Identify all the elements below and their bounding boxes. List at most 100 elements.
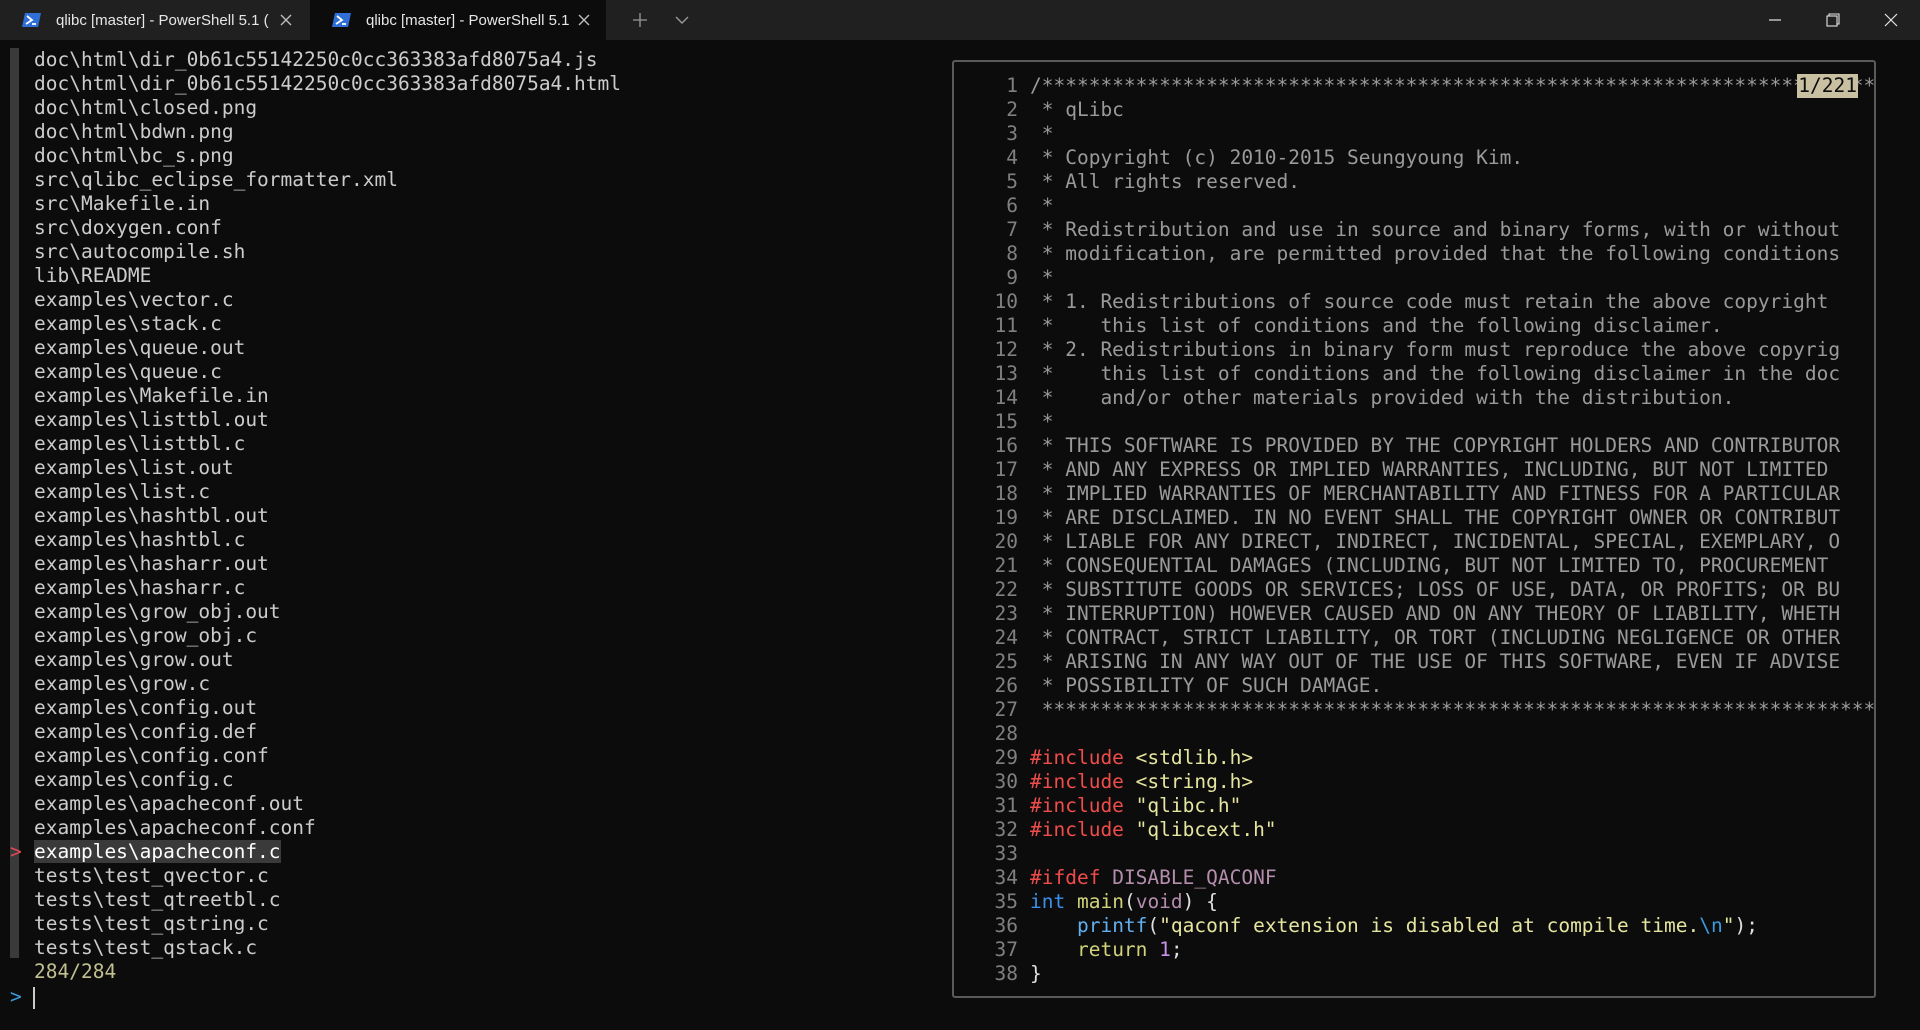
selection-pointer: > xyxy=(10,840,22,863)
line-number: 23 xyxy=(994,602,1018,625)
code-line: 17 * AND ANY EXPRESS OR IMPLIED WARRANTI… xyxy=(954,458,1874,482)
file-list-item[interactable]: examples\list.c xyxy=(34,480,621,504)
code-line: 11 * this list of conditions and the fol… xyxy=(954,314,1874,338)
code-line: 30 #include <string.h> xyxy=(954,770,1874,794)
file-list-item[interactable]: examples\hasharr.c xyxy=(34,576,621,600)
file-list-item[interactable]: examples\apacheconf.c xyxy=(34,840,621,864)
file-list-item[interactable]: examples\listtbl.out xyxy=(34,408,621,432)
code-line: 21 * CONSEQUENTIAL DAMAGES (INCLUDING, B… xyxy=(954,554,1874,578)
code-line: 36 printf("qaconf extension is disabled … xyxy=(954,914,1874,938)
code-line: 25 * ARISING IN ANY WAY OUT OF THE USE O… xyxy=(954,650,1874,674)
code-line: 1 /**************************************… xyxy=(954,74,1874,98)
file-list-item[interactable]: examples\queue.out xyxy=(34,336,621,360)
file-list-item[interactable]: doc\html\bc_s.png xyxy=(34,144,621,168)
file-list-item[interactable]: examples\apacheconf.out xyxy=(34,792,621,816)
line-number: 20 xyxy=(994,530,1018,553)
tab-dropdown-button[interactable] xyxy=(664,8,700,32)
file-path: examples\apacheconf.out xyxy=(34,792,305,815)
line-number: 12 xyxy=(994,338,1018,361)
preview-position-badge: 1/221 xyxy=(1797,74,1858,98)
file-list-item[interactable]: doc\html\dir_0b61c55142250c0cc363383afd8… xyxy=(34,72,621,96)
file-list-item[interactable]: examples\hashtbl.c xyxy=(34,528,621,552)
file-path: examples\apacheconf.conf xyxy=(34,816,316,839)
new-tab-button[interactable] xyxy=(622,8,658,32)
file-list-item[interactable]: tests\test_qvector.c xyxy=(34,864,621,888)
file-list-item[interactable]: examples\grow_obj.out xyxy=(34,600,621,624)
file-list-item[interactable]: examples\config.out xyxy=(34,696,621,720)
file-list-item[interactable]: examples\config.def xyxy=(34,720,621,744)
code-line: 5 * All rights reserved. xyxy=(954,170,1874,194)
file-path: src\autocompile.sh xyxy=(34,240,246,263)
tab-powershell-1[interactable]: qlibc [master] - PowerShell 5.1 ( xyxy=(0,0,308,40)
file-path: examples\stack.c xyxy=(34,312,222,335)
line-number: 14 xyxy=(994,386,1018,409)
line-number: 25 xyxy=(994,650,1018,673)
line-number: 38 xyxy=(994,962,1018,985)
file-list-item[interactable]: doc\html\bdwn.png xyxy=(34,120,621,144)
code-text: * LIABLE FOR ANY DIRECT, INDIRECT, INCID… xyxy=(1030,530,1841,553)
code-line: 15 * xyxy=(954,410,1874,434)
line-number: 7 xyxy=(1006,218,1018,241)
file-path: examples\config.def xyxy=(34,720,258,743)
file-list-item[interactable]: examples\queue.c xyxy=(34,360,621,384)
code-text: #ifdef DISABLE_QACONF xyxy=(1030,866,1277,889)
line-number: 35 xyxy=(994,890,1018,913)
file-list-item[interactable]: examples\vector.c xyxy=(34,288,621,312)
line-number: 10 xyxy=(994,290,1018,313)
terminal-area[interactable]: doc\html\dir_0b61c55142250c0cc363383afd8… xyxy=(0,40,1920,1030)
code-line: 35 int main(void) { xyxy=(954,890,1874,914)
file-path: examples\list.out xyxy=(34,456,234,479)
code-line: 7 * Redistribution and use in source and… xyxy=(954,218,1874,242)
file-list-item[interactable]: examples\grow.out xyxy=(34,648,621,672)
code-line: 31 #include "qlibc.h" xyxy=(954,794,1874,818)
code-text: * this list of conditions and the follow… xyxy=(1030,362,1841,385)
match-count: 284/284 xyxy=(34,960,117,983)
file-list-item[interactable]: doc\html\closed.png xyxy=(34,96,621,120)
file-path: doc\html\dir_0b61c55142250c0cc363383afd8… xyxy=(34,48,598,71)
text-cursor[interactable] xyxy=(33,987,35,1009)
code-line: 16 * THIS SOFTWARE IS PROVIDED BY THE CO… xyxy=(954,434,1874,458)
line-number: 11 xyxy=(994,314,1018,337)
file-list-item[interactable]: examples\apacheconf.conf xyxy=(34,816,621,840)
file-list-item[interactable]: lib\README xyxy=(34,264,621,288)
tab-powershell-2[interactable]: qlibc [master] - PowerShell 5.1 ( xyxy=(310,0,606,40)
file-path: examples\config.c xyxy=(34,768,234,791)
file-list-item[interactable]: examples\stack.c xyxy=(34,312,621,336)
close-tab-icon[interactable] xyxy=(276,10,296,30)
file-list-item[interactable]: tests\test_qstring.c xyxy=(34,912,621,936)
prompt-symbol: > xyxy=(10,985,22,1008)
line-number: 2 xyxy=(1006,98,1018,121)
code-text: * POSSIBILITY OF SUCH DAMAGE. xyxy=(1030,674,1383,697)
file-list-item[interactable]: examples\hashtbl.out xyxy=(34,504,621,528)
file-list-item[interactable]: examples\grow.c xyxy=(34,672,621,696)
close-window-button[interactable] xyxy=(1862,0,1920,40)
file-list-item[interactable]: examples\config.conf xyxy=(34,744,621,768)
file-list-item[interactable]: tests\test_qstack.c xyxy=(34,936,621,960)
minimize-button[interactable] xyxy=(1746,0,1804,40)
code-text: * xyxy=(1030,122,1054,145)
file-list-item[interactable]: doc\html\dir_0b61c55142250c0cc363383afd8… xyxy=(34,48,621,72)
file-list-item[interactable]: src\Makefile.in xyxy=(34,192,621,216)
file-list-item[interactable]: examples\list.out xyxy=(34,456,621,480)
line-number: 13 xyxy=(994,362,1018,385)
close-tab-icon[interactable] xyxy=(574,10,594,30)
file-list-item[interactable]: src\doxygen.conf xyxy=(34,216,621,240)
file-list-item[interactable]: examples\config.c xyxy=(34,768,621,792)
maximize-button[interactable] xyxy=(1804,0,1862,40)
code-line: 3 * xyxy=(954,122,1874,146)
file-path: examples\hasharr.out xyxy=(34,552,269,575)
file-list-item[interactable]: examples\hasharr.out xyxy=(34,552,621,576)
file-path: doc\html\bdwn.png xyxy=(34,120,234,143)
file-list-item[interactable]: examples\Makefile.in xyxy=(34,384,621,408)
line-number: 26 xyxy=(994,674,1018,697)
line-number: 3 xyxy=(1006,122,1018,145)
powershell-icon xyxy=(22,12,42,28)
code-line: 10 * 1. Redistributions of source code m… xyxy=(954,290,1874,314)
file-list-item[interactable]: src\autocompile.sh xyxy=(34,240,621,264)
file-list-item[interactable]: src\qlibc_eclipse_formatter.xml xyxy=(34,168,621,192)
file-list-item[interactable]: tests\test_qtreetbl.c xyxy=(34,888,621,912)
file-list-item[interactable]: examples\grow_obj.c xyxy=(34,624,621,648)
file-list-item[interactable]: examples\listtbl.c xyxy=(34,432,621,456)
file-path: src\doxygen.conf xyxy=(34,216,222,239)
file-path: examples\grow_obj.out xyxy=(34,600,281,623)
